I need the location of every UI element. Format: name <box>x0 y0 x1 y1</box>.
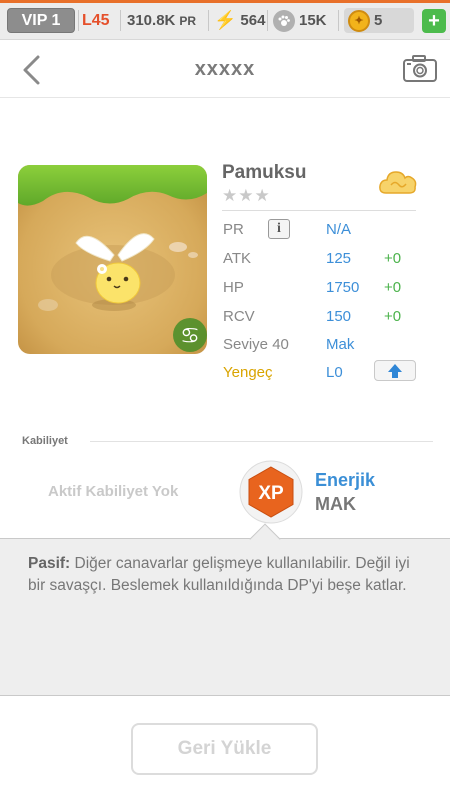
pr-value: N/A <box>326 221 352 238</box>
rcv-value: 150 <box>326 308 352 325</box>
description-body: Diğer canavarlar gelişmeye kullanılabili… <box>28 555 410 594</box>
coin-counter[interactable]: ✦ 5 <box>344 8 414 33</box>
energy-value: 564 <box>240 12 266 29</box>
ability-description: Pasif: Diğer canavarlar gelişmeye kullan… <box>28 553 428 597</box>
power-rating: 310.8K PR <box>127 8 196 33</box>
passive-ability-level: MAK <box>315 494 356 514</box>
upgrade-button[interactable] <box>374 360 416 381</box>
divider <box>222 210 416 211</box>
hp-bonus: +0 <box>384 279 402 296</box>
monster-name: Pamuksu <box>222 162 307 183</box>
sign-value: L0 <box>326 364 343 381</box>
paw-icon <box>273 9 295 32</box>
rcv-bonus: +0 <box>384 308 402 325</box>
divider <box>78 10 79 31</box>
hp-value: 1750 <box>326 279 360 296</box>
sign-label: Yengeç <box>223 364 273 381</box>
level-value: Mak <box>326 336 355 353</box>
passive-ability-name: Enerjik <box>315 470 376 490</box>
divider <box>267 10 268 31</box>
monster-image: ♋ <box>18 165 207 354</box>
active-ability-empty: Aktif Kabiliyet Yok <box>48 483 179 500</box>
xp-icon: XP <box>239 460 303 524</box>
power-unit: PR <box>179 13 197 28</box>
atk-value: 125 <box>326 250 352 267</box>
monster-portrait[interactable]: ♋ <box>18 165 207 354</box>
hp-label: HP <box>223 279 244 296</box>
xp-badge-text: XP <box>258 483 284 504</box>
divider <box>208 10 209 31</box>
paw-counter[interactable]: 15K <box>273 8 327 33</box>
arrow-up-icon <box>388 363 402 378</box>
nav-bar: xxxxx <box>0 41 450 98</box>
star-rating: ★★★ <box>222 186 271 205</box>
ability-header: Kabiliyet <box>22 435 68 447</box>
camera-button[interactable] <box>402 54 438 84</box>
passive-ability-badge[interactable]: XP <box>239 460 303 524</box>
vip-badge[interactable]: VIP 1 <box>7 8 75 33</box>
rcv-label: RCV <box>223 308 255 325</box>
page-title: xxxxx <box>194 58 256 80</box>
status-bar: VIP 1 L45 310.8K PR ⚡ 564 15K ✦ 5 + <box>0 0 450 40</box>
power-value: 310.8K <box>127 12 176 29</box>
add-currency-button[interactable]: + <box>422 9 446 33</box>
lightning-icon: ⚡ <box>214 10 237 30</box>
divider <box>90 441 433 442</box>
restore-button[interactable]: Geri Yükle <box>131 723 318 775</box>
divider <box>120 10 121 31</box>
paw-value: 15K <box>299 12 327 29</box>
pr-label: PR <box>223 221 244 238</box>
divider <box>338 10 339 31</box>
info-icon[interactable]: i <box>268 219 290 239</box>
atk-label: ATK <box>223 250 252 267</box>
player-level: L45 <box>82 11 110 29</box>
description-prefix: Pasif: <box>28 555 71 572</box>
atk-bonus: +0 <box>384 250 402 267</box>
level-label: Seviye 40 <box>223 336 289 353</box>
coin-value: 5 <box>374 12 383 29</box>
coin-icon: ✦ <box>348 9 370 32</box>
camera-icon <box>403 55 437 82</box>
element-cloud-icon <box>378 167 418 199</box>
cancer-zodiac-icon: ♋ <box>180 324 200 349</box>
energy-counter[interactable]: ⚡ 564 <box>214 8 265 33</box>
